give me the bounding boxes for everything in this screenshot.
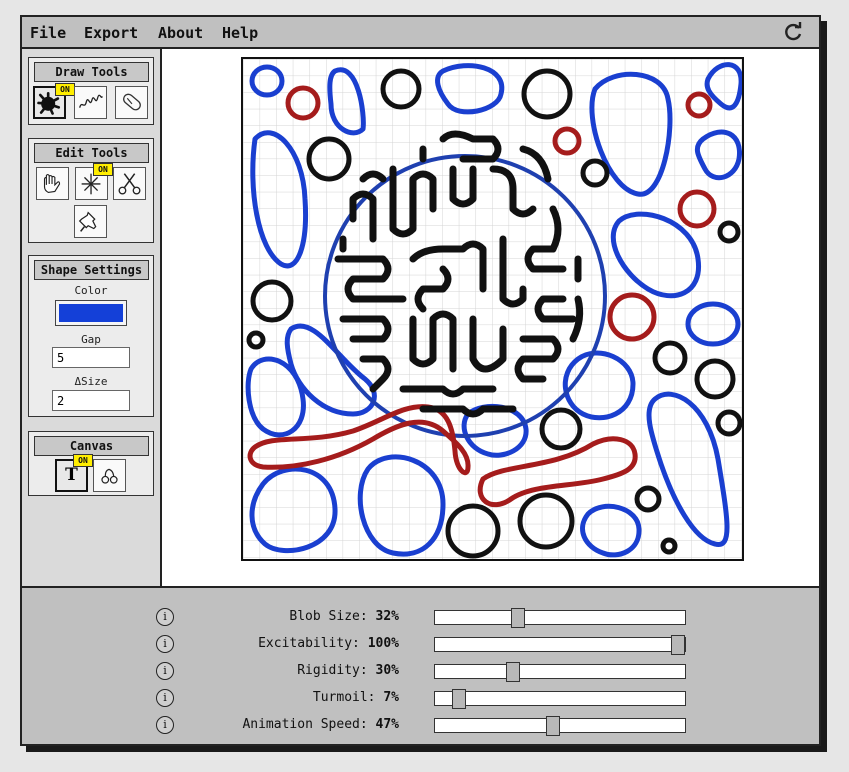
shape-settings-panel: Shape Settings Color Gap ΔSize bbox=[28, 255, 154, 417]
on-badge: ON bbox=[55, 83, 75, 96]
color-label: Color bbox=[29, 284, 153, 297]
gap-label: Gap bbox=[29, 333, 153, 346]
dsize-input[interactable] bbox=[52, 390, 130, 411]
control-value: 47% bbox=[376, 717, 399, 732]
link-tool-button[interactable] bbox=[93, 459, 126, 492]
slider[interactable] bbox=[434, 610, 686, 625]
control-label: Animation Speed: 47% bbox=[242, 717, 399, 732]
eraser-button[interactable] bbox=[115, 86, 148, 119]
edit-tools-panel: Edit Tools ON bbox=[28, 138, 154, 243]
slider[interactable] bbox=[434, 664, 686, 679]
hand-tool-button[interactable] bbox=[36, 167, 69, 200]
controls-panel: i Blob Size: 32% i Excitability: 100% i Rigid… bbox=[22, 586, 819, 744]
edit-tools-title: Edit Tools bbox=[34, 143, 149, 163]
menu-bar: File Export About Help bbox=[22, 17, 819, 49]
control-label: Excitability: 100% bbox=[258, 636, 399, 651]
on-badge: ON bbox=[73, 454, 93, 467]
control-name: Excitability: bbox=[258, 636, 360, 651]
control-row: i Blob Size: 32% bbox=[22, 605, 819, 629]
menu-about[interactable]: About bbox=[158, 24, 203, 42]
color-picker[interactable] bbox=[55, 300, 127, 326]
menu-help[interactable]: Help bbox=[222, 24, 258, 42]
gap-input[interactable] bbox=[52, 347, 130, 368]
info-icon[interactable]: i bbox=[156, 662, 174, 680]
menu-export[interactable]: Export bbox=[84, 24, 138, 42]
canvas-title: Canvas bbox=[34, 436, 149, 456]
control-row: i Turmoil: 7% bbox=[22, 686, 819, 710]
control-value: 30% bbox=[376, 663, 399, 678]
control-label: Turmoil: 7% bbox=[313, 690, 399, 705]
pin-tool-button[interactable] bbox=[74, 205, 107, 238]
info-icon[interactable]: i bbox=[156, 608, 174, 626]
refresh-icon[interactable] bbox=[781, 20, 805, 44]
slider-thumb[interactable] bbox=[511, 608, 525, 628]
on-badge: ON bbox=[93, 163, 113, 176]
color-swatch-fill bbox=[59, 304, 123, 322]
control-value: 100% bbox=[368, 636, 399, 651]
info-icon[interactable]: i bbox=[156, 716, 174, 734]
scissors-icon bbox=[114, 168, 145, 199]
control-name: Blob Size: bbox=[289, 609, 367, 624]
sidebar: Draw Tools ON bbox=[22, 49, 162, 586]
control-name: Turmoil: bbox=[313, 690, 376, 705]
app-window: File Export About Help Draw Tools ON bbox=[20, 15, 821, 746]
slider-thumb[interactable] bbox=[546, 716, 560, 736]
control-row: i Rigidity: 30% bbox=[22, 659, 819, 683]
slider[interactable] bbox=[434, 637, 686, 652]
slider[interactable] bbox=[434, 691, 686, 706]
drawing-canvas[interactable] bbox=[241, 57, 744, 561]
draw-tools-panel: Draw Tools ON bbox=[28, 57, 154, 125]
control-name: Animation Speed: bbox=[242, 717, 367, 732]
hand-icon bbox=[37, 168, 68, 199]
canvas-panel: Canvas T ON bbox=[28, 431, 154, 496]
canvas-area bbox=[162, 49, 819, 586]
squiggle-brush-button[interactable] bbox=[74, 86, 107, 119]
control-label: Rigidity: 30% bbox=[297, 663, 399, 678]
slider-thumb[interactable] bbox=[452, 689, 466, 709]
control-row: i Excitability: 100% bbox=[22, 632, 819, 656]
control-name: Rigidity: bbox=[297, 663, 367, 678]
pushpin-icon bbox=[75, 206, 106, 237]
dsize-label: ΔSize bbox=[29, 375, 153, 388]
slider[interactable] bbox=[434, 718, 686, 733]
link-icon bbox=[94, 460, 125, 491]
control-label: Blob Size: 32% bbox=[289, 609, 399, 624]
squiggle-icon bbox=[75, 87, 106, 118]
scissors-button[interactable] bbox=[113, 167, 146, 200]
draw-tools-title: Draw Tools bbox=[34, 62, 149, 82]
slider-thumb[interactable] bbox=[506, 662, 520, 682]
shape-settings-title: Shape Settings bbox=[34, 260, 149, 280]
control-value: 7% bbox=[383, 690, 399, 705]
control-value: 32% bbox=[376, 609, 399, 624]
info-icon[interactable]: i bbox=[156, 635, 174, 653]
control-row: i Animation Speed: 47% bbox=[22, 713, 819, 737]
info-icon[interactable]: i bbox=[156, 689, 174, 707]
slider-thumb[interactable] bbox=[671, 635, 685, 655]
eraser-icon bbox=[116, 87, 147, 118]
menu-file[interactable]: File bbox=[30, 24, 66, 42]
